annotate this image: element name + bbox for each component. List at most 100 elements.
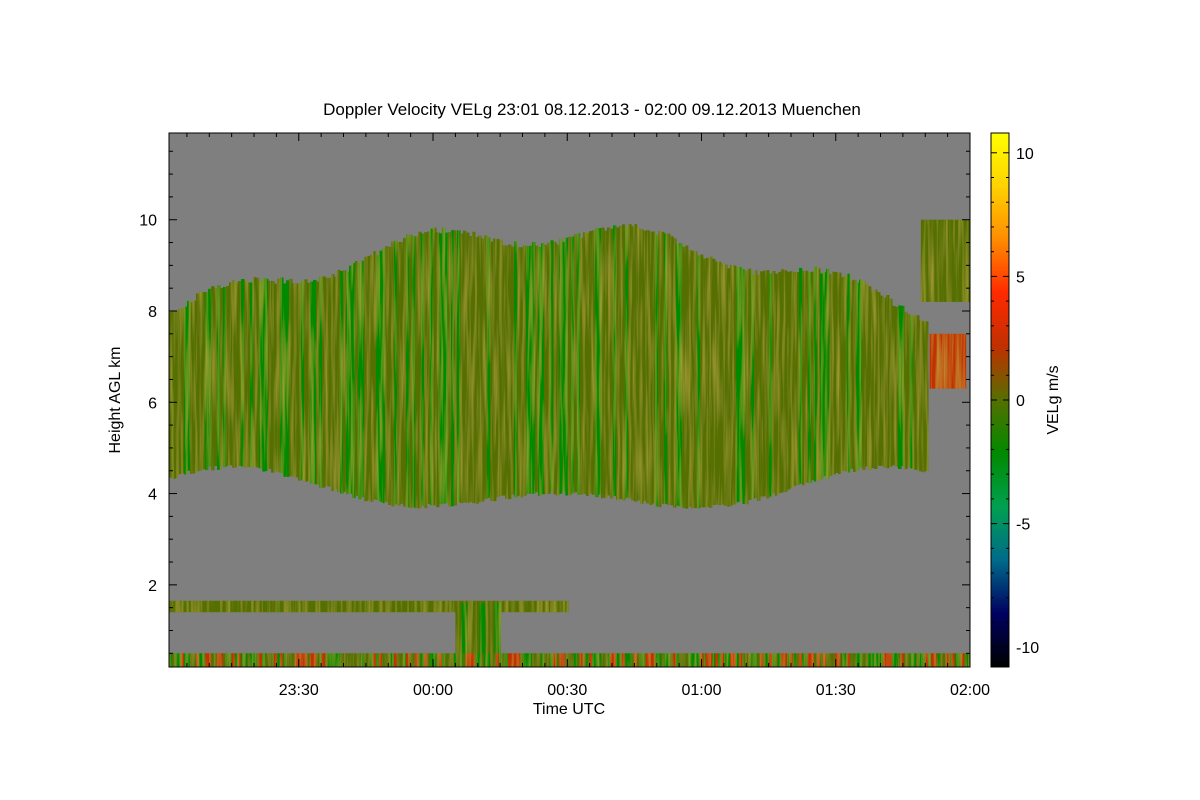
y-tick-label: 10 xyxy=(139,213,157,230)
velocity-column xyxy=(247,600,251,613)
velocity-column xyxy=(232,280,236,468)
velocity-column xyxy=(667,653,671,667)
velocity-column xyxy=(892,653,896,667)
velocity-column xyxy=(682,653,686,667)
velocity-column xyxy=(382,653,386,667)
velocity-column xyxy=(568,653,572,667)
velocity-column xyxy=(898,653,902,667)
velocity-column xyxy=(439,233,443,505)
velocity-column xyxy=(859,653,863,667)
velocity-column xyxy=(277,653,281,667)
velocity-column xyxy=(286,653,290,667)
velocity-column xyxy=(950,333,955,389)
velocity-column xyxy=(199,291,203,471)
velocity-column xyxy=(781,269,785,493)
velocity-column xyxy=(505,600,509,613)
velocity-column xyxy=(427,231,431,504)
velocity-column xyxy=(175,600,179,613)
velocity-column xyxy=(676,243,680,506)
velocity-column xyxy=(487,653,491,667)
velocity-column xyxy=(433,227,437,506)
velocity-column xyxy=(298,283,302,481)
velocity-column xyxy=(394,240,398,505)
velocity-column xyxy=(352,653,356,667)
velocity-column xyxy=(763,270,767,497)
velocity-column xyxy=(214,653,218,667)
velocity-column xyxy=(523,653,527,667)
velocity-column xyxy=(694,251,698,509)
velocity-column xyxy=(187,653,191,667)
velocity-column xyxy=(532,653,536,667)
velocity-column xyxy=(697,653,701,667)
velocity-column xyxy=(481,653,485,667)
velocity-column xyxy=(385,246,389,502)
velocity-column xyxy=(850,280,854,469)
velocity-column xyxy=(250,653,254,667)
velocity-column xyxy=(727,653,731,667)
velocity-column xyxy=(709,256,713,508)
velocity-column xyxy=(862,280,866,470)
velocity-column xyxy=(562,653,566,667)
velocity-column xyxy=(337,269,341,492)
velocity-column xyxy=(376,653,380,667)
velocity-column xyxy=(241,653,245,667)
velocity-column xyxy=(907,653,911,667)
velocity-column xyxy=(352,263,356,498)
velocity-column xyxy=(475,237,479,504)
velocity-column xyxy=(922,321,926,473)
velocity-column xyxy=(865,284,869,467)
velocity-column xyxy=(169,311,173,478)
velocity-column xyxy=(373,251,377,500)
chart-title: Doppler Velocity VELg 23:01 08.12.2013 -… xyxy=(323,100,861,119)
velocity-column xyxy=(556,653,560,667)
velocity-column xyxy=(226,653,230,667)
colorbar-tick-label: 0 xyxy=(1016,393,1025,410)
velocity-column xyxy=(938,219,943,302)
velocity-column xyxy=(934,653,938,667)
velocity-column xyxy=(838,653,842,667)
velocity-column xyxy=(418,600,422,613)
velocity-column xyxy=(358,600,362,613)
velocity-column xyxy=(280,600,284,613)
velocity-column xyxy=(868,286,872,470)
velocity-column xyxy=(565,653,569,667)
velocity-column xyxy=(559,238,563,494)
velocity-column xyxy=(631,226,635,501)
velocity-column xyxy=(436,653,440,667)
feature-ground-clutter xyxy=(169,653,970,667)
velocity-column xyxy=(799,267,803,484)
velocity-column xyxy=(757,653,761,667)
velocity-column xyxy=(565,600,569,613)
velocity-column xyxy=(688,250,692,507)
velocity-column xyxy=(604,230,608,498)
velocity-column xyxy=(484,235,488,500)
velocity-column xyxy=(847,653,851,667)
velocity-column xyxy=(926,219,931,302)
velocity-column xyxy=(406,600,410,613)
y-axis-title: Height AGL km xyxy=(107,346,124,453)
velocity-column xyxy=(334,276,338,489)
velocity-column xyxy=(307,600,311,613)
velocity-column xyxy=(235,653,239,667)
velocity-column xyxy=(403,653,407,667)
velocity-column xyxy=(304,279,308,482)
velocity-column xyxy=(490,241,494,501)
velocity-column xyxy=(253,600,257,613)
velocity-column xyxy=(640,229,644,504)
velocity-column xyxy=(736,267,740,503)
velocity-column xyxy=(517,600,521,613)
velocity-column xyxy=(919,653,923,667)
velocity-column xyxy=(181,653,185,667)
velocity-column xyxy=(265,653,269,667)
velocity-column xyxy=(862,653,866,667)
velocity-column xyxy=(310,600,314,613)
velocity-column xyxy=(796,272,800,485)
velocity-column xyxy=(283,653,287,667)
velocity-column xyxy=(424,653,428,667)
velocity-column xyxy=(910,653,914,667)
velocity-column xyxy=(367,600,371,613)
x-tick-label: 00:00 xyxy=(413,682,453,699)
velocity-column xyxy=(406,653,410,667)
velocity-column xyxy=(496,238,500,498)
velocity-column xyxy=(373,653,377,667)
